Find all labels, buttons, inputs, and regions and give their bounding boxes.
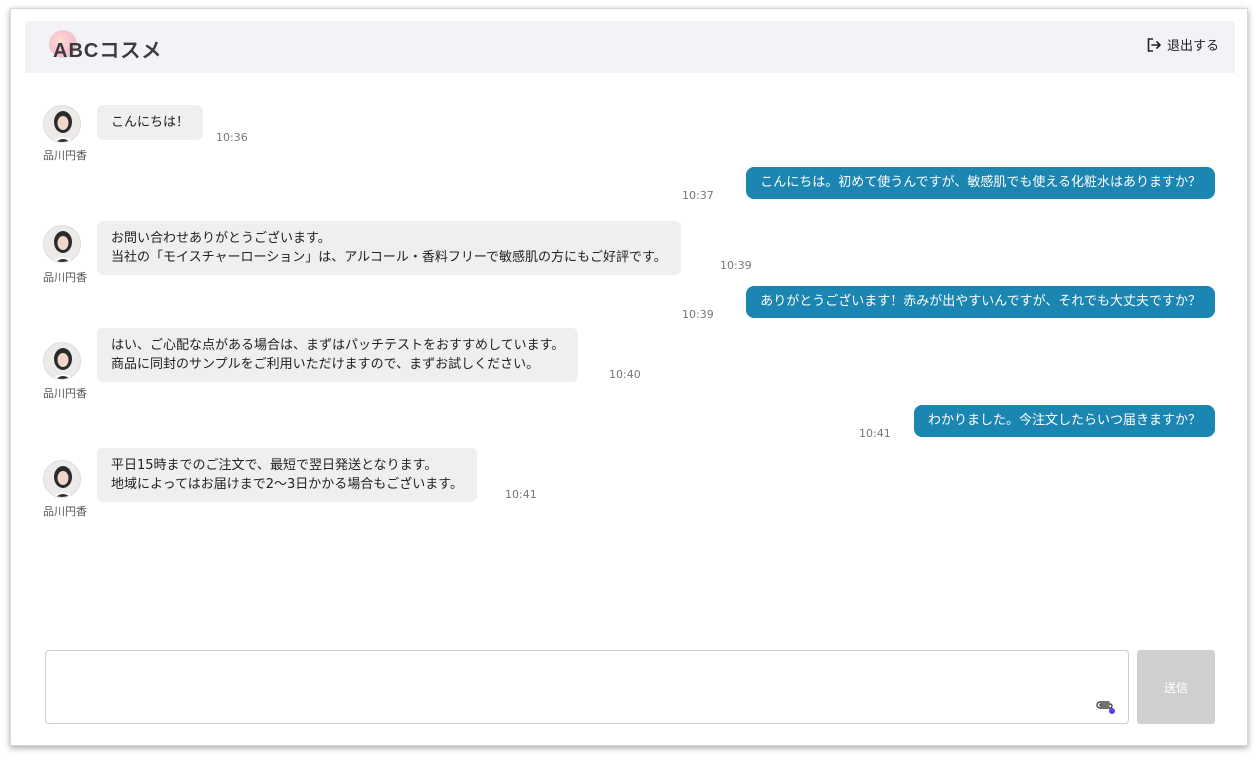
message-list: 品川円香 こんにちは！ 10:36 10:37 こんにちは。初めて使うんですが、… [11,9,1249,747]
message-text: わかりました。今注文したらいつ届きますか？ [927,413,1201,428]
agent-name: 品川円香 [43,387,87,400]
message-line: 商品に同封のサンプルをご利用いただけますので、まずお試しください。 [111,357,540,372]
agent-avatar [43,225,81,263]
message-text: こんにちは。初めて使うんですが、敏感肌でも使える化粧水はありますか？ [760,175,1201,190]
message-line: 当社の「モイスチャーローション」は、アルコール・香料フリーで敏感肌の方にもご好評… [111,250,667,265]
message-bubble: お問い合わせありがとうございます。 当社の「モイスチャーローション」は、アルコー… [97,221,681,275]
agent-name: 品川円香 [43,149,87,162]
agent-name: 品川円香 [43,505,87,518]
message-time: 10:36 [216,131,248,144]
message-line: はい、ご心配な点がある場合は、まずはパッチテストをおすすめしています。 [111,338,565,353]
message-input[interactable] [46,651,1128,723]
agent-avatar [43,342,81,380]
agent-avatar [43,460,81,498]
message-bubble: こんにちは。初めて使うんですが、敏感肌でも使える化粧水はありますか？ [746,167,1215,199]
chat-window: ABCコスメ 退出する 品川円香 こんにちは！ 10:36 10:37 こんにち… [10,8,1248,746]
message-bubble: 平日15時までのご注文で、最短で翌日発送となります。 地域によってはお届けまで2… [97,448,477,502]
agent-avatar [43,105,81,143]
message-bubble: はい、ご心配な点がある場合は、まずはパッチテストをおすすめしています。 商品に同… [97,328,579,382]
message-time: 10:39 [682,308,714,321]
agent-name: 品川円香 [43,271,87,284]
message-line: こんにちは！ [111,115,190,130]
message-time: 10:37 [682,189,714,202]
message-time: 10:39 [720,259,752,272]
message-line: お問い合わせありがとうございます。 [111,231,331,246]
paperclip-icon[interactable] [1094,697,1116,715]
message-bubble: こんにちは！ [97,105,204,140]
message-line: 地域によってはお届けまで2〜3日かかる場合もございます。 [111,477,463,492]
message-bubble: ありがとうございます！赤みが出やすいんですが、それでも大丈夫ですか？ [746,286,1215,318]
message-time: 10:41 [505,488,537,501]
message-time: 10:41 [859,427,891,440]
message-composer [45,650,1129,724]
message-time: 10:40 [609,368,641,381]
message-line: 平日15時までのご注文で、最短で翌日発送となります。 [111,458,438,473]
message-text: ありがとうございます！赤みが出やすいんですが、それでも大丈夫ですか？ [760,294,1201,309]
message-bubble: わかりました。今注文したらいつ届きますか？ [913,405,1215,437]
send-button[interactable]: 送信 [1137,650,1215,724]
